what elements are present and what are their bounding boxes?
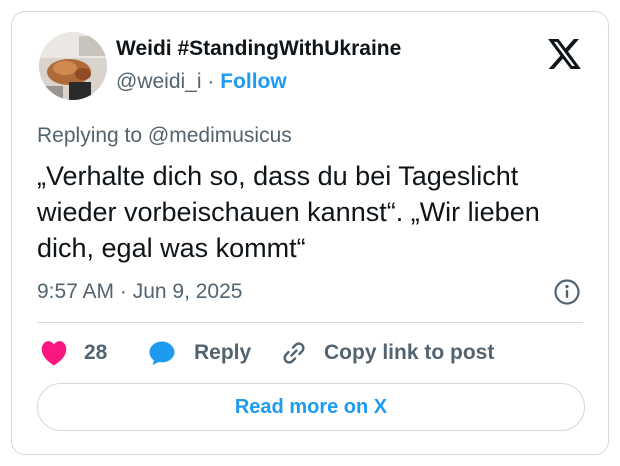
separator-dot: ·	[207, 70, 215, 93]
tweet-text: „Verhalte dich so, dass du bei Tageslich…	[37, 161, 540, 263]
copy-link-button[interactable]: Copy link to post	[280, 336, 494, 370]
like-button[interactable]: 28	[40, 336, 107, 370]
read-more-label: Read more on X	[234, 395, 388, 418]
copy-link-label: Copy link to post	[324, 341, 495, 364]
replying-to: Replying to @medimusicus	[37, 124, 292, 148]
tweet-timestamp[interactable]: 9:57 AM · Jun 9, 2025	[37, 280, 242, 304]
author-avatar[interactable]	[39, 32, 107, 100]
replying-mention[interactable]: @medimusicus	[148, 124, 292, 147]
author-subline: @weidi_i · Follow	[116, 70, 287, 94]
x-logo-icon[interactable]	[548, 39, 581, 69]
like-count: 28	[84, 341, 108, 364]
divider	[37, 322, 583, 323]
read-more-button[interactable]: Read more on X	[37, 383, 585, 431]
author-display-name[interactable]: Weidi #StandingWithUkraine	[116, 37, 401, 61]
reply-label: Reply	[194, 341, 252, 364]
author-handle[interactable]: @weidi_i	[116, 70, 202, 93]
info-icon[interactable]	[553, 278, 581, 306]
action-bar: 28 Reply Copy link to post	[37, 336, 597, 370]
reply-bubble-icon	[149, 341, 175, 365]
follow-link[interactable]: Follow	[220, 70, 287, 93]
replying-prefix: Replying to	[37, 124, 143, 147]
heart-icon	[41, 341, 67, 366]
reply-button[interactable]: Reply	[148, 336, 251, 370]
link-icon	[283, 342, 305, 364]
avatar-photo-icon	[39, 32, 107, 100]
tweet-card: Weidi #StandingWithUkraine @weidi_i · Fo…	[11, 11, 609, 455]
